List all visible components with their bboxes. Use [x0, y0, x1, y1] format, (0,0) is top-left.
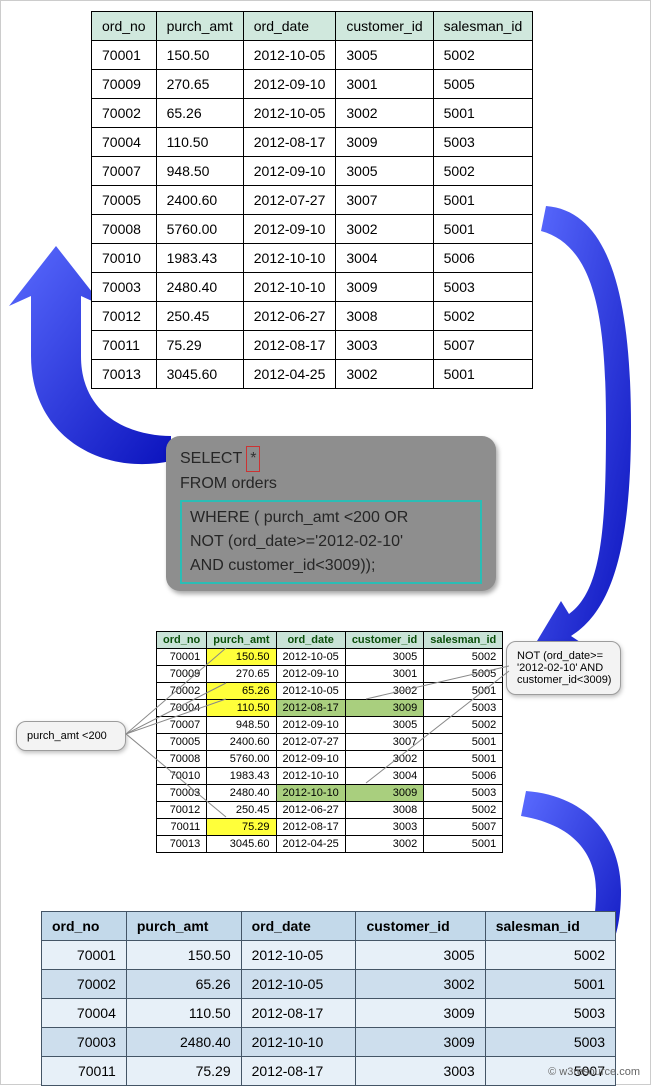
- table-row: 700133045.602012-04-2530025001: [157, 836, 503, 853]
- callout-not-clause: NOT (ord_date>= '2012-02-10' AND custome…: [506, 641, 621, 695]
- table-row: 700101983.432012-10-1030045006: [92, 244, 533, 273]
- column-header: purch_amt: [207, 632, 276, 649]
- table-row: 7001175.292012-08-1730035007: [92, 331, 533, 360]
- column-header: purch_amt: [156, 12, 243, 41]
- table-row: 70004110.502012-08-1730095003: [92, 128, 533, 157]
- table-row: 7001175.292012-08-1730035007: [157, 819, 503, 836]
- column-header: ord_date: [243, 12, 336, 41]
- table-row: 70012250.452012-06-2730085002: [157, 802, 503, 819]
- table-row: 70007948.502012-09-1030055002: [157, 717, 503, 734]
- callout-purch-amt: purch_amt <200: [16, 721, 126, 751]
- table-row: 700101983.432012-10-1030045006: [157, 768, 503, 785]
- orders-source-table: ord_nopurch_amtord_datecustomer_idsalesm…: [91, 11, 533, 389]
- column-header: purch_amt: [126, 912, 241, 941]
- column-header: ord_no: [92, 12, 157, 41]
- table-row: 700052400.602012-07-2730075001: [92, 186, 533, 215]
- table-row: 7000265.262012-10-0530025001: [92, 99, 533, 128]
- table-row: 7000265.262012-10-0530025001: [157, 683, 503, 700]
- sql-query-box: SELECT * FROM orders WHERE ( purch_amt <…: [166, 436, 496, 591]
- column-header: customer_id: [356, 912, 485, 941]
- table-row: 70009270.652012-09-1030015005: [157, 666, 503, 683]
- table-row: 70001150.502012-10-0530055002: [42, 941, 616, 970]
- table-row: 700085760.002012-09-1030025001: [92, 215, 533, 244]
- table-row: 70001150.502012-10-0530055002: [92, 41, 533, 70]
- orders-filter-annotated-table: ord_nopurch_amtord_datecustomer_idsalesm…: [156, 631, 503, 853]
- table-row: 7001175.292012-08-1730035007: [42, 1057, 616, 1086]
- table-row: 70001150.502012-10-0530055002: [157, 649, 503, 666]
- footer-credit: © w3resource.com: [548, 1066, 640, 1078]
- column-header: customer_id: [336, 12, 433, 41]
- table-row: 700032480.402012-10-1030095003: [157, 785, 503, 802]
- table-row: 70004110.502012-08-1730095003: [157, 700, 503, 717]
- column-header: ord_date: [241, 912, 356, 941]
- table-row: 700032480.402012-10-1030095003: [42, 1028, 616, 1057]
- table-row: 700133045.602012-04-2530025001: [92, 360, 533, 389]
- column-header: ord_no: [157, 632, 207, 649]
- table-row: 70004110.502012-08-1730095003: [42, 999, 616, 1028]
- column-header: salesman_id: [424, 632, 503, 649]
- sql-select: SELECT: [180, 447, 242, 471]
- table-row: 700032480.402012-10-1030095003: [92, 273, 533, 302]
- table-row: 70009270.652012-09-1030015005: [92, 70, 533, 99]
- query-result-table: ord_nopurch_amtord_datecustomer_idsalesm…: [41, 911, 616, 1086]
- sql-star: *: [246, 446, 260, 472]
- column-header: ord_date: [276, 632, 345, 649]
- column-header: salesman_id: [485, 912, 615, 941]
- flow-arrow-icon: [531, 191, 651, 661]
- table-row: 70012250.452012-06-2730085002: [92, 302, 533, 331]
- column-header: salesman_id: [433, 12, 533, 41]
- table-row: 700085760.002012-09-1030025001: [157, 751, 503, 768]
- diagram-canvas: ord_nopurch_amtord_datecustomer_idsalesm…: [0, 0, 651, 1085]
- column-header: ord_no: [42, 912, 127, 941]
- sql-where: WHERE ( purch_amt <200 OR NOT (ord_date>…: [180, 500, 482, 584]
- table-row: 70007948.502012-09-1030055002: [92, 157, 533, 186]
- table-row: 700052400.602012-07-2730075001: [157, 734, 503, 751]
- sql-from: FROM orders: [180, 472, 482, 496]
- table-row: 7000265.262012-10-0530025001: [42, 970, 616, 999]
- column-header: customer_id: [345, 632, 423, 649]
